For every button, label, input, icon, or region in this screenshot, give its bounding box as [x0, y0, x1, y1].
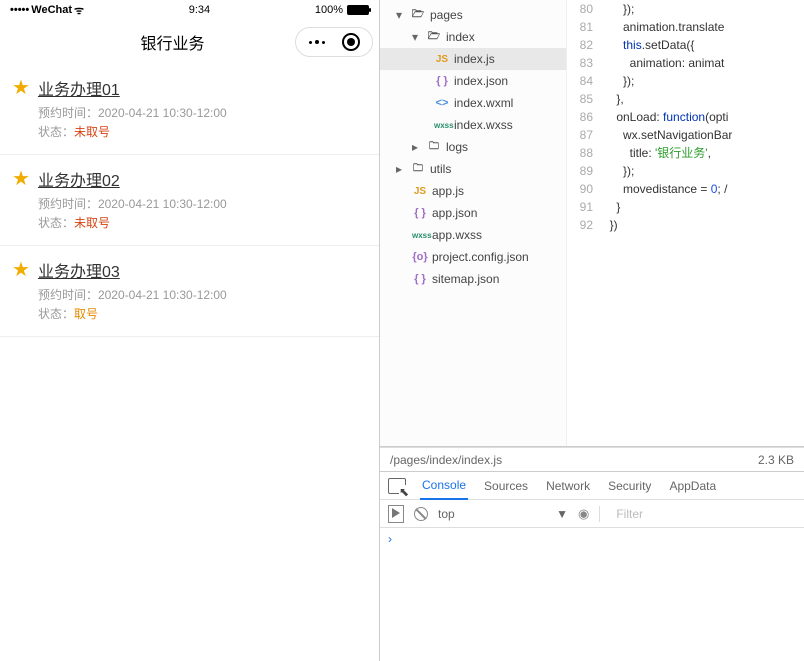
- list-item[interactable]: ★ 业务办理01 预约时间：2020-04-21 10:30-12:00 状态：…: [0, 64, 379, 155]
- file-tree: ▾🗁pages ▾🗁index JSindex.js { }index.json…: [380, 0, 567, 446]
- folder-index[interactable]: ▾🗁index: [380, 26, 566, 48]
- list: ★ 业务办理01 预约时间：2020-04-21 10:30-12:00 状态：…: [0, 64, 379, 661]
- battery-icon: [347, 5, 369, 15]
- item-title: 业务办理03: [38, 258, 367, 282]
- item-time: 预约时间：2020-04-21 10:30-12:00: [38, 104, 367, 121]
- folder-utils[interactable]: ▸🗀utils: [380, 158, 566, 180]
- file-path-bar: /pages/index/index.js 2.3 KB: [380, 447, 804, 471]
- context-select[interactable]: top▼: [438, 507, 568, 521]
- file-index-wxss[interactable]: wxssindex.wxss: [380, 114, 566, 136]
- element-inspector-icon[interactable]: [388, 478, 406, 494]
- wifi-icon: ᯤ: [74, 3, 84, 18]
- file-app-js[interactable]: JSapp.js: [380, 180, 566, 202]
- tab-appdata[interactable]: AppData: [667, 473, 718, 499]
- ide-panel: ▾🗁pages ▾🗁index JSindex.js { }index.json…: [380, 0, 804, 661]
- devtools: Console Sources Network Security AppData…: [380, 471, 804, 661]
- capsule[interactable]: [295, 27, 373, 57]
- status-bar: ••••• WeChatᯤ 9:34 100%: [0, 0, 379, 20]
- menu-icon[interactable]: [309, 40, 325, 44]
- item-title: 业务办理01: [38, 76, 367, 100]
- clear-icon[interactable]: [414, 507, 428, 521]
- console-prompt: ›: [388, 532, 392, 546]
- clock: 9:34: [189, 4, 210, 16]
- nav-bar: 银行业务: [0, 20, 379, 64]
- folder-pages[interactable]: ▾🗁pages: [380, 4, 566, 26]
- item-title: 业务办理02: [38, 167, 367, 191]
- tab-console[interactable]: Console: [420, 472, 468, 500]
- item-status: 状态：未取号: [38, 214, 367, 231]
- simulator-panel: ••••• WeChatᯤ 9:34 100% 银行业务 ★ 业务办理01 预约…: [0, 0, 380, 661]
- file-index-js[interactable]: JSindex.js: [380, 48, 566, 70]
- close-icon[interactable]: [342, 33, 360, 51]
- eye-icon[interactable]: ◉: [578, 506, 589, 522]
- star-icon: ★: [12, 78, 30, 142]
- carrier-label: ••••• WeChatᯤ: [10, 3, 84, 18]
- console-body[interactable]: ›: [380, 528, 804, 661]
- tab-security[interactable]: Security: [606, 473, 653, 499]
- code-editor[interactable]: 80 }); 81 animation.translate 82 this.se…: [567, 0, 804, 446]
- file-app-json[interactable]: { }app.json: [380, 202, 566, 224]
- item-time: 预约时间：2020-04-21 10:30-12:00: [38, 195, 367, 212]
- file-path: /pages/index/index.js: [390, 453, 502, 467]
- file-index-json[interactable]: { }index.json: [380, 70, 566, 92]
- file-project-config[interactable]: {o}project.config.json: [380, 246, 566, 268]
- file-size: 2.3 KB: [758, 453, 794, 467]
- item-status: 状态：取号: [38, 305, 367, 322]
- file-app-wxss[interactable]: wxssapp.wxss: [380, 224, 566, 246]
- page-title: 银行业务: [50, 30, 295, 54]
- tab-sources[interactable]: Sources: [482, 473, 530, 499]
- list-item[interactable]: ★ 业务办理02 预约时间：2020-04-21 10:30-12:00 状态：…: [0, 155, 379, 246]
- file-sitemap[interactable]: { }sitemap.json: [380, 268, 566, 290]
- battery-percent: 100%: [315, 4, 343, 16]
- star-icon: ★: [12, 260, 30, 324]
- item-status: 状态：未取号: [38, 123, 367, 140]
- file-index-wxml[interactable]: <>index.wxml: [380, 92, 566, 114]
- list-item[interactable]: ★ 业务办理03 预约时间：2020-04-21 10:30-12:00 状态：…: [0, 246, 379, 337]
- star-icon: ★: [12, 169, 30, 233]
- folder-logs[interactable]: ▸🗀logs: [380, 136, 566, 158]
- play-icon[interactable]: [388, 505, 404, 523]
- filter-input[interactable]: Filter: [610, 507, 796, 521]
- tab-network[interactable]: Network: [544, 473, 592, 499]
- item-time: 预约时间：2020-04-21 10:30-12:00: [38, 286, 367, 303]
